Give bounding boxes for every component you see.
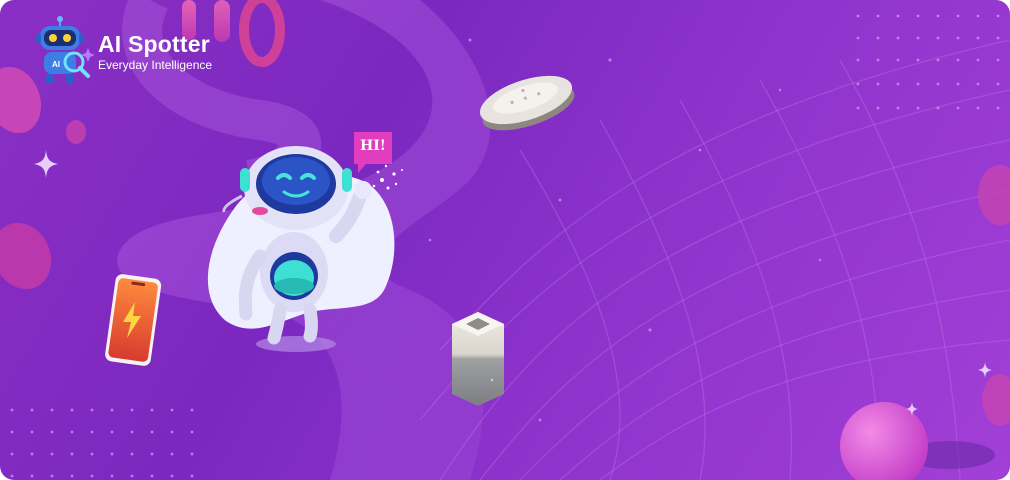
smart-speaker-disc xyxy=(479,75,575,131)
speech-bubble-text: HI! xyxy=(360,138,386,154)
brand-name: AI Spotter xyxy=(98,30,210,57)
smart-speaker-tower xyxy=(452,312,504,406)
robot-magnifier-icon: AI xyxy=(36,16,94,84)
lightning-icon xyxy=(123,302,141,338)
sparkle-icon xyxy=(978,362,992,378)
speech-bubble: HI! xyxy=(352,130,394,174)
brand-tagline: Everyday Intelligence xyxy=(98,57,213,72)
svg-text:AI: AI xyxy=(52,60,60,69)
sparkle-icon xyxy=(34,150,58,178)
hero-banner: AI AI Spotter Everyday Intelligence HI! xyxy=(0,0,1010,480)
sparkle-icon xyxy=(906,402,918,416)
brand-logo[interactable]: AI AI Spotter Everyday Intelligence xyxy=(30,16,212,86)
